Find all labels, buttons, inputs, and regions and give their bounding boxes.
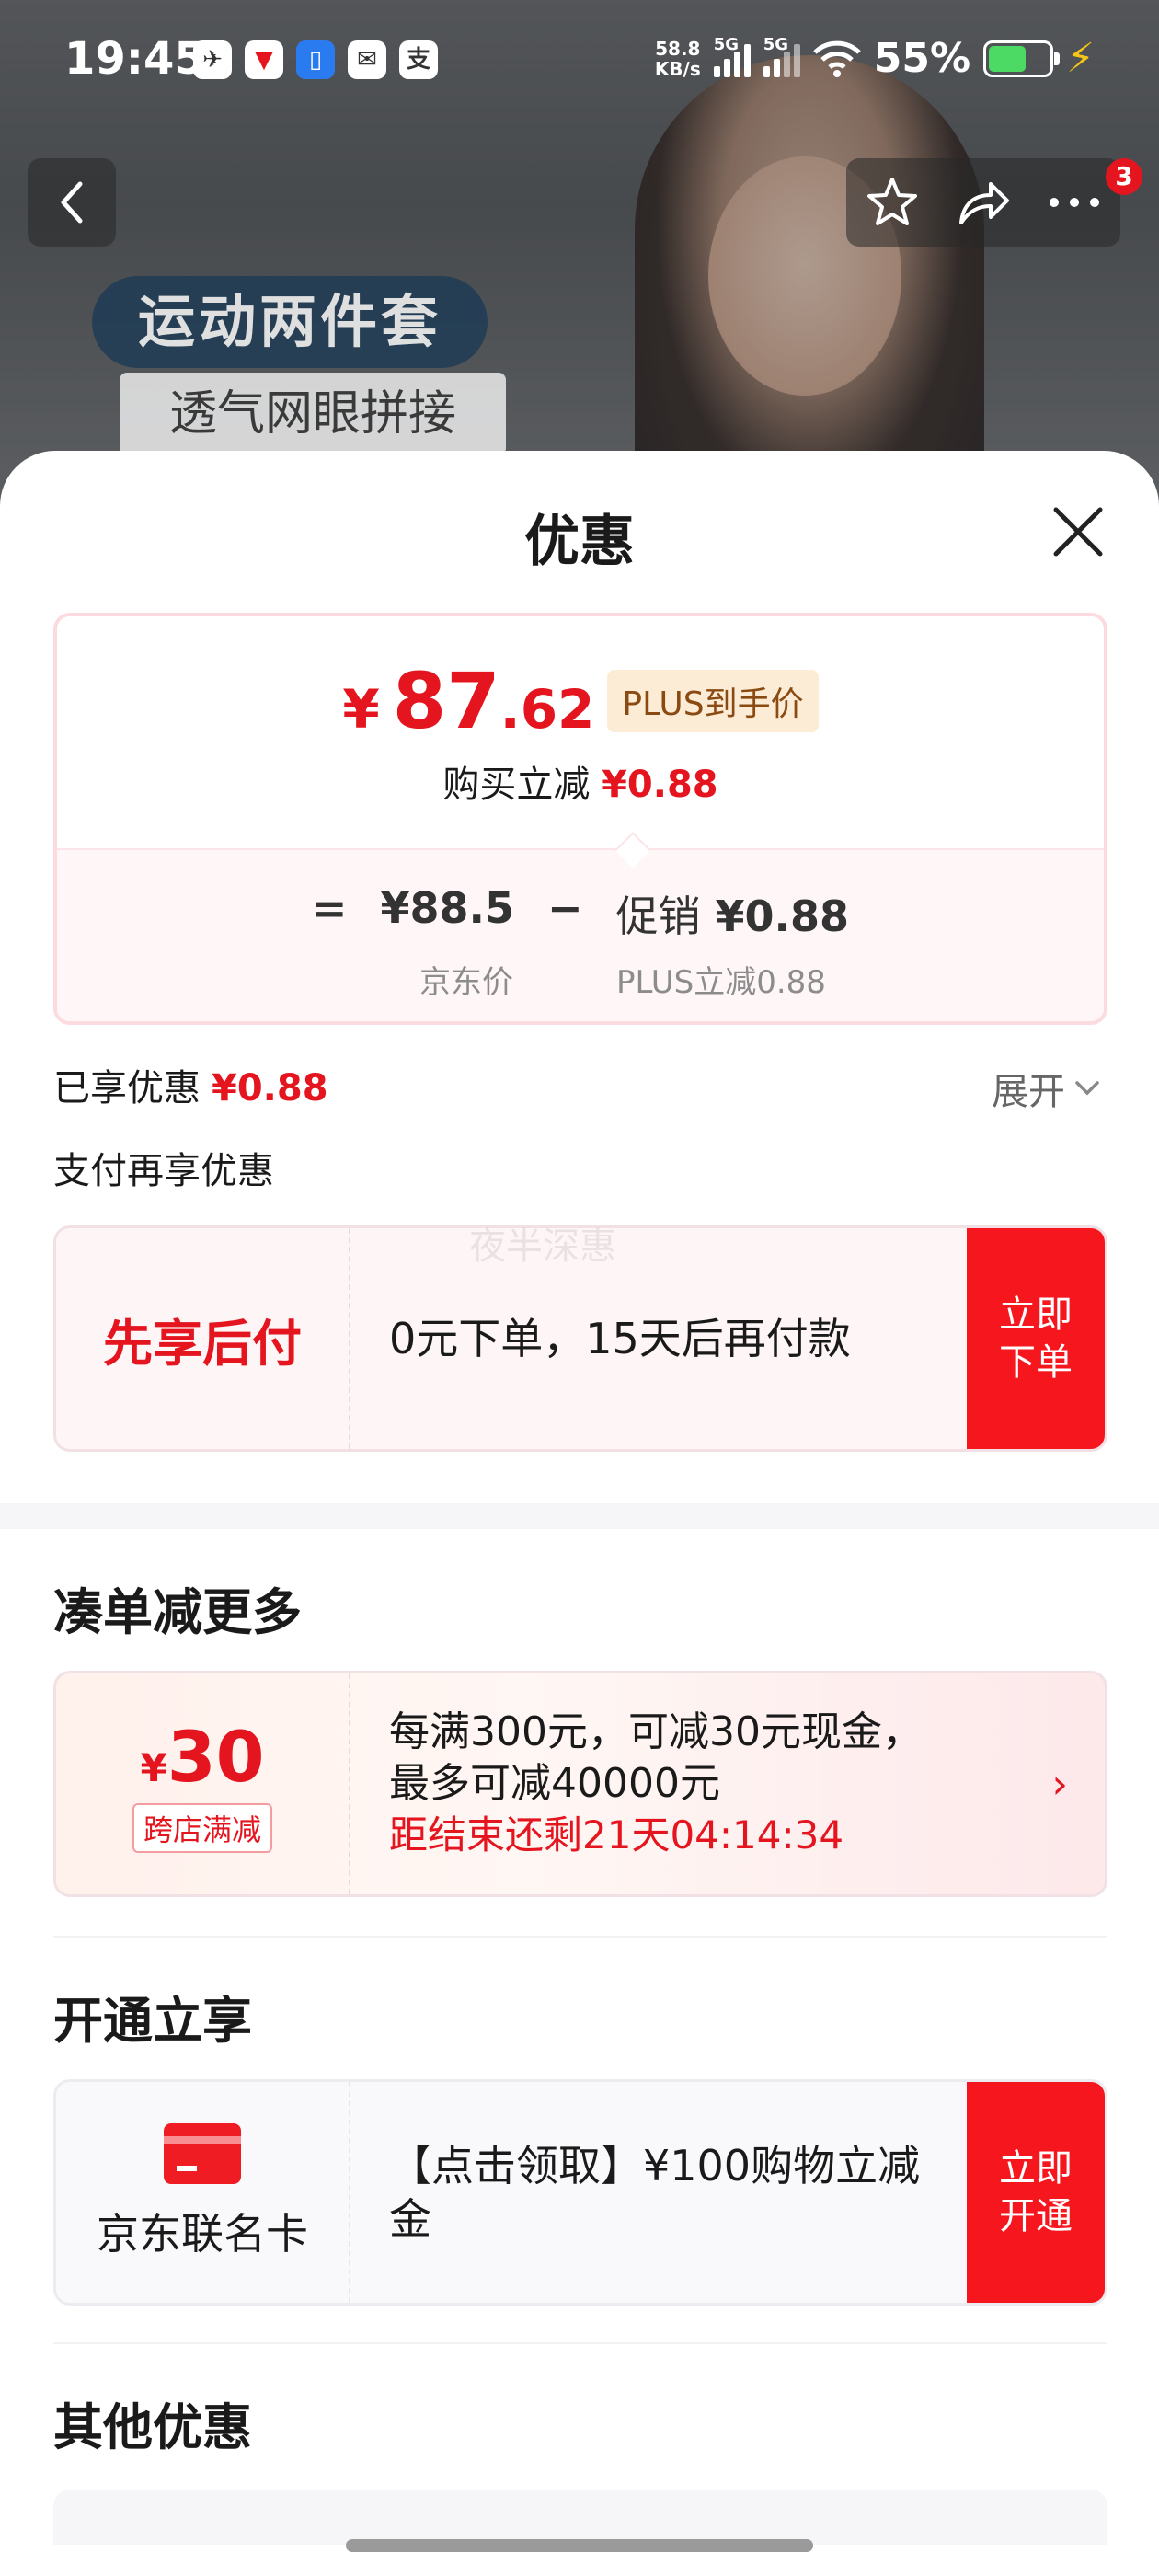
other-offer-card[interactable] [53, 2490, 1107, 2545]
enjoyed-discount: 已享优惠 ¥0.88 [53, 1067, 328, 1110]
price-breakdown-card: ¥ 87 .62 PLUS到手价 购买立减 ¥0.88 = ¥88.5 − 促销… [53, 613, 1107, 1025]
wechat-icon: ✉ [348, 40, 386, 79]
order-now-button[interactable]: 立即 下单 [967, 1228, 1105, 1449]
message-badge: 3 [1106, 158, 1142, 195]
charging-icon: ⚡ [1066, 35, 1095, 82]
countdown-timer: 距结束还剩21天04:14:34 [389, 1812, 844, 1857]
promo-subtitle: 透气网眼拼接 [120, 373, 506, 455]
home-indicator[interactable] [346, 2539, 813, 2552]
chevron-right-icon: › [1051, 1760, 1068, 1808]
app-notification-icon: ✈ [193, 40, 232, 79]
pay-later-label: 先享后付 [103, 1314, 302, 1373]
phone-app-icon: ▯ [296, 40, 335, 79]
nav-actions [846, 158, 1120, 247]
card-offer-line2: 金 [389, 2194, 431, 2244]
cross-store-coupon-card[interactable]: ¥ 30 跨店满减 每满300元，可减30元现金， 最多可减40000元 距结束… [53, 1671, 1107, 1897]
sheet-title: 优惠 [524, 510, 635, 574]
coupon-amount: ¥ 30 [140, 1715, 265, 1798]
card-offer-line1: 【点击领取】¥100购物立减 [389, 2141, 921, 2191]
expand-button[interactable]: 展开 [992, 1062, 1100, 1115]
plus-discount-label: PLUS立减0.88 [616, 964, 826, 1001]
open-section-title: 开通立享 [53, 1992, 252, 2050]
jd-cobrand-card-offer[interactable]: 京东联名卡 【点击领取】¥100购物立减 金 立即 开通 [53, 2079, 1107, 2306]
coupon-rule-line2: 最多可减40000元 [389, 1760, 720, 1807]
jd-price: ¥88.5 [380, 883, 514, 933]
net-speed: 58.8 KB/s [654, 37, 701, 80]
app-notification-icon: ▼ [245, 40, 283, 79]
more-icon[interactable] [1047, 196, 1102, 209]
coupon-type-badge: 跨店满减 [132, 1802, 272, 1853]
jd-price-label: 京东价 [419, 964, 513, 1001]
pay-section-title: 支付再享优惠 [53, 1150, 274, 1192]
open-now-button[interactable]: 立即 开通 [967, 2082, 1105, 2303]
status-time: 19:45 [64, 33, 205, 85]
coupon-rule-line1: 每满300元，可减30元现金， [389, 1708, 923, 1755]
watermark: 夜半深惠 [469, 1225, 616, 1268]
signal-icon: 5G [763, 35, 800, 77]
chevron-left-icon [61, 181, 83, 224]
back-button[interactable] [28, 158, 116, 247]
bundle-section-title: 凑单减更多 [53, 1583, 302, 1641]
wifi-icon [813, 40, 861, 77]
signal-icon: 5G [713, 35, 751, 77]
share-icon[interactable] [956, 178, 1011, 226]
close-icon[interactable] [1049, 502, 1107, 561]
star-icon[interactable] [865, 176, 920, 229]
other-section-title: 其他优惠 [53, 2398, 252, 2456]
final-price: ¥ 87 .62 PLUS到手价 [57, 662, 1104, 745]
section-divider [0, 1503, 1159, 1529]
battery-percent: 55% [873, 35, 971, 82]
promo-title: 运动两件套 [92, 276, 488, 368]
chevron-down-icon [1075, 1081, 1099, 1096]
alipay-icon: 支 [399, 40, 438, 79]
credit-card-icon [164, 2123, 241, 2184]
status-bar: 19:45 ✈ ▼ ▯ ✉ 支 58.8 KB/s 5G 5G 55% ⚡ [0, 0, 1159, 129]
instant-discount: 购买立减 ¥0.88 [442, 764, 718, 806]
promo-discount: 促销 ¥0.88 [615, 891, 850, 941]
plus-price-tag: PLUS到手价 [607, 670, 819, 732]
price-formula: = ¥88.5 − 促销 ¥0.88 [57, 883, 1104, 944]
battery-icon [983, 40, 1061, 77]
notification-icons: ✈ ▼ ▯ ✉ 支 [193, 40, 438, 79]
pay-later-text: 0元下单，15天后再付款 [389, 1314, 851, 1363]
card-name: 京东联名卡 [97, 2209, 308, 2259]
